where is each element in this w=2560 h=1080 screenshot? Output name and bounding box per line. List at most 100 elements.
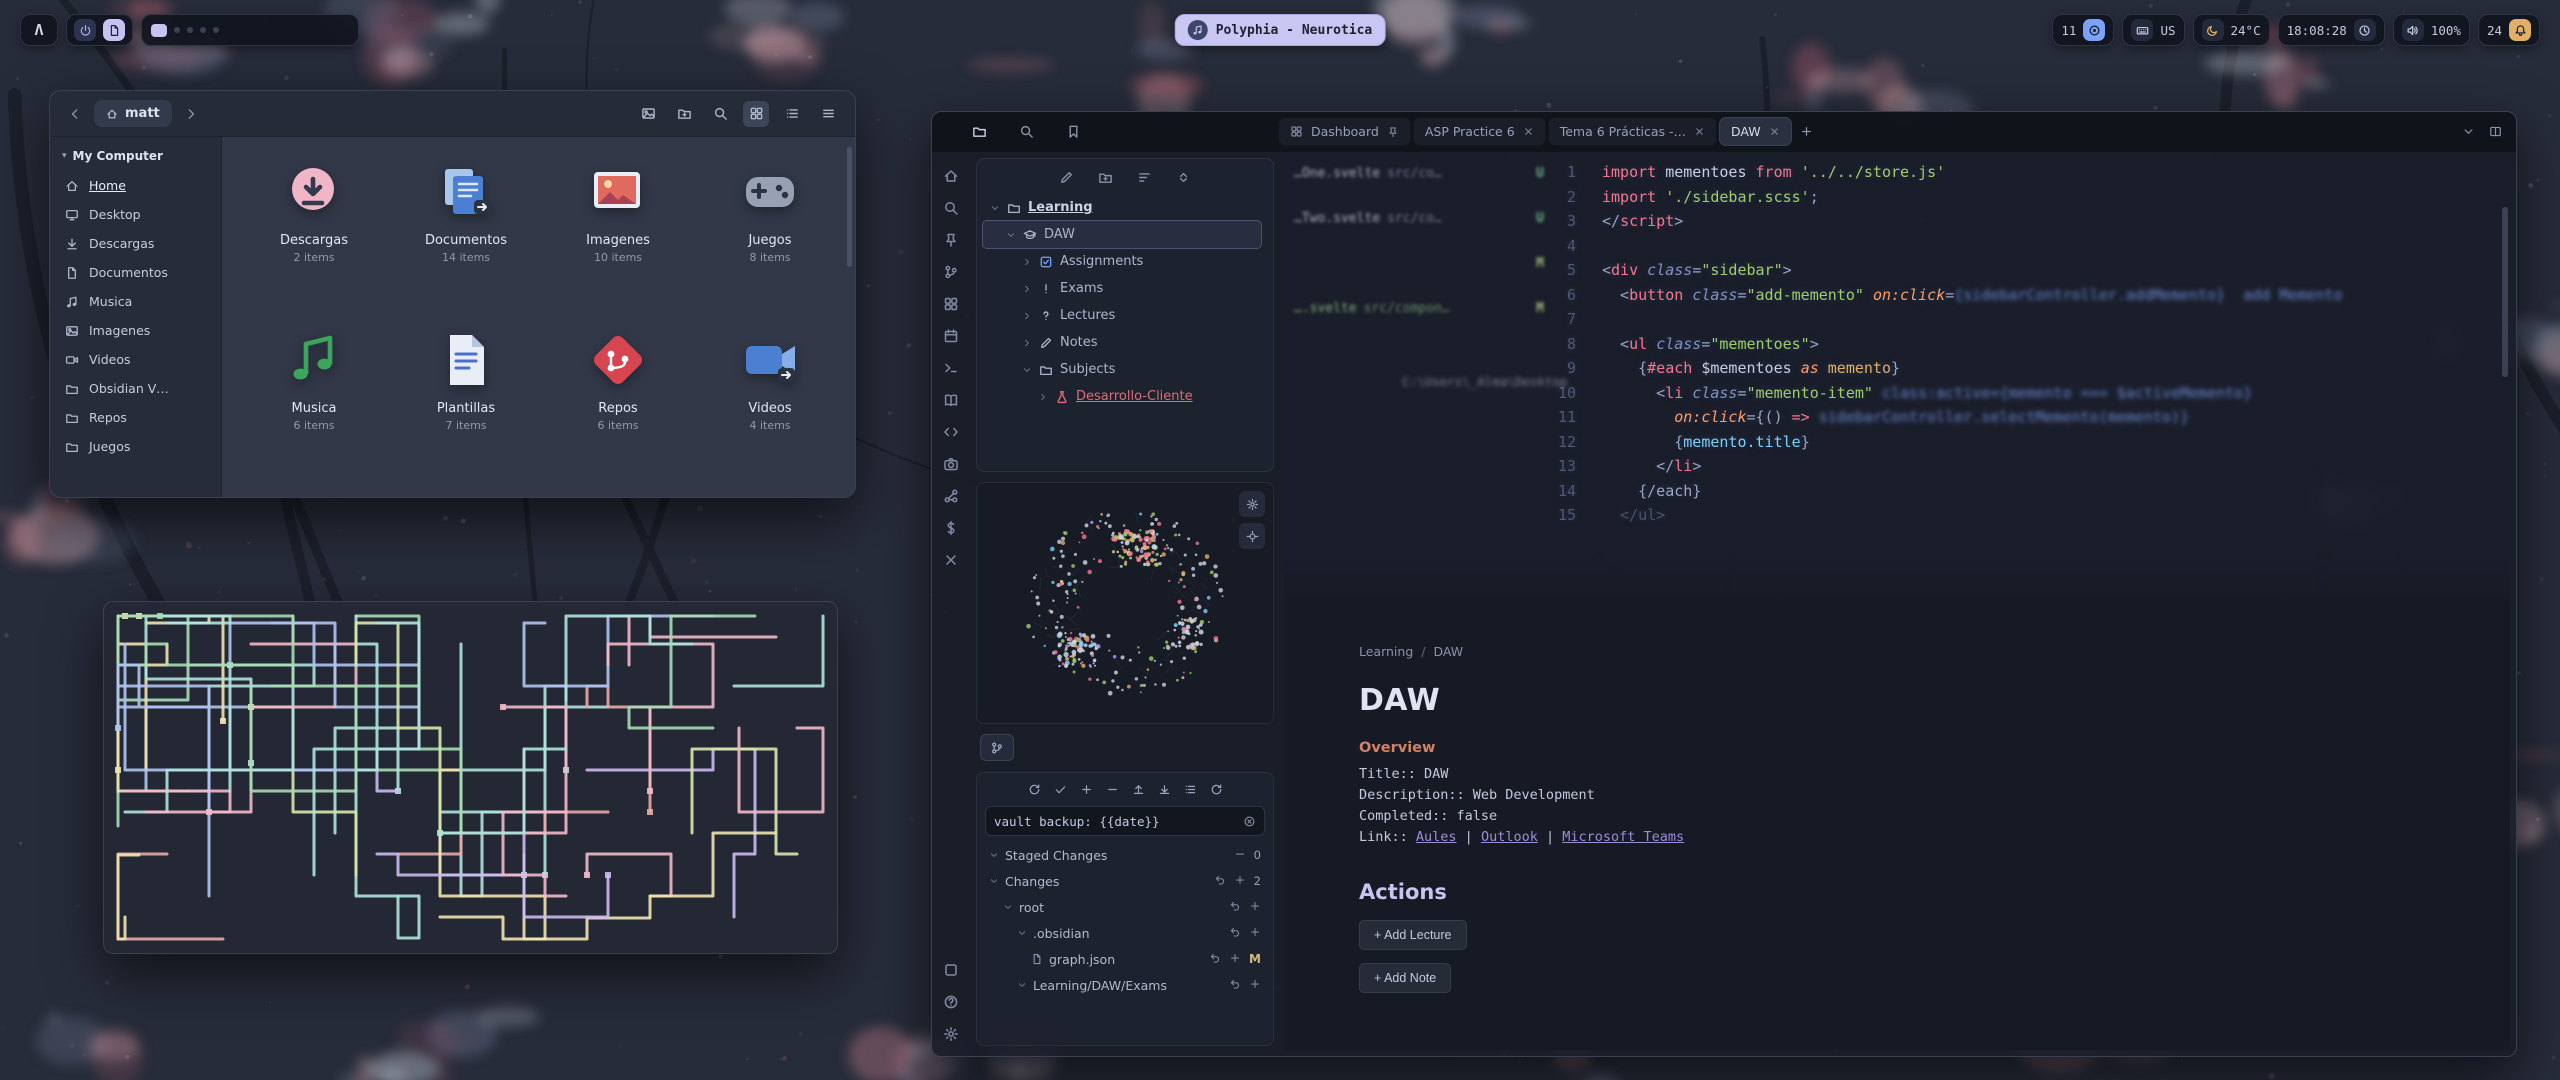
tab-daw[interactable]: DAW	[1719, 117, 1792, 146]
ribbon-terminal-icon[interactable]	[943, 360, 959, 376]
git-row-staged-changes[interactable]: Staged Changes0	[985, 842, 1265, 868]
close-tab-icon[interactable]	[1694, 126, 1705, 137]
ribbon-graph-icon[interactable]	[943, 488, 959, 504]
module-clock[interactable]: 18:08:28	[2278, 14, 2385, 46]
ribbon-pin-icon[interactable]	[943, 232, 959, 248]
git-row--obsidian[interactable]: .obsidian	[985, 920, 1265, 946]
close-tab-icon[interactable]	[1769, 126, 1780, 137]
sidebar-item-documentos[interactable]: Documentos	[50, 258, 221, 287]
chevron-down-icon[interactable]	[1005, 230, 1016, 240]
sidebar-item-descargas[interactable]: Descargas	[50, 229, 221, 258]
chevron-down-icon[interactable]	[989, 203, 1000, 213]
note-link-microsoft-teams[interactable]: Microsoft Teams	[1562, 829, 1684, 845]
plus-icon[interactable]	[1234, 874, 1246, 889]
folder-videos[interactable]: Videos4 items	[694, 321, 846, 489]
ribbon-git-icon[interactable]	[943, 264, 959, 280]
folder-repos[interactable]: Repos6 items	[542, 321, 694, 489]
chevron-right-icon[interactable]	[1021, 257, 1032, 267]
sidebar-item-videos[interactable]: Videos	[50, 345, 221, 374]
graph-gear-button[interactable]	[1239, 491, 1265, 517]
tree-item-learning[interactable]: Learning	[983, 194, 1261, 221]
git-section-icon[interactable]	[980, 734, 1014, 761]
note-link-aules[interactable]: Aules	[1416, 829, 1457, 845]
chevron-down-icon[interactable]	[989, 850, 999, 860]
-add-note-button[interactable]: + Add Note	[1359, 963, 1451, 993]
ribbon-search-icon[interactable]	[943, 200, 959, 216]
graph-view[interactable]	[977, 483, 1273, 723]
ribbon-box-icon[interactable]	[943, 962, 959, 978]
new-tab-button[interactable]	[1794, 119, 1820, 145]
collapse-all-icon[interactable]	[1176, 170, 1191, 185]
sidebar-tab-files[interactable]	[972, 124, 987, 139]
clear-message-icon[interactable]	[1243, 815, 1256, 828]
chevron-down-icon[interactable]	[1017, 928, 1027, 938]
workspace-dot[interactable]	[200, 27, 206, 33]
chevron-down-icon[interactable]	[989, 876, 999, 886]
tree-item-assignments[interactable]: Assignments	[983, 248, 1261, 275]
chevron-right-icon[interactable]	[1021, 284, 1032, 294]
module-volume[interactable]: 100%	[2393, 14, 2470, 46]
breadcrumb-item[interactable]: Learning	[1359, 644, 1413, 659]
ribbon-code-icon[interactable]	[943, 424, 959, 440]
commit-message-input[interactable]: vault backup: {{date}}	[985, 806, 1265, 836]
git-row-learning-daw-exams[interactable]: Learning/DAW/Exams	[985, 972, 1265, 998]
note-link-outlook[interactable]: Outlook	[1481, 829, 1538, 845]
grid-view-icon[interactable]	[743, 101, 769, 127]
folder-imagenes[interactable]: Imagenes10 items	[542, 153, 694, 321]
git-row-changes[interactable]: Changes2	[985, 868, 1265, 894]
git-minus-icon-3[interactable]	[1106, 783, 1119, 796]
undo-icon[interactable]	[1209, 952, 1221, 967]
git-listicons-icon-6[interactable]	[1184, 783, 1197, 796]
close-tab-icon[interactable]	[1523, 126, 1534, 137]
split-pane-icon[interactable]	[2489, 125, 2502, 138]
folder-descargas[interactable]: Descargas2 items	[238, 153, 390, 321]
git-upload-icon-4[interactable]	[1132, 783, 1145, 796]
new-note-icon[interactable]	[1059, 170, 1074, 185]
notes-button[interactable]	[103, 19, 125, 41]
back-button[interactable]	[64, 103, 86, 125]
menu-icon[interactable]	[815, 101, 841, 127]
new-folder-icon[interactable]	[671, 101, 697, 127]
git-plus-icon-2[interactable]	[1080, 783, 1093, 796]
list-view-icon[interactable]	[779, 101, 805, 127]
git-download-icon-5[interactable]	[1158, 783, 1171, 796]
sort-icon[interactable]	[1137, 170, 1152, 185]
tab-list-icon[interactable]	[2462, 125, 2475, 138]
tab-dashboard[interactable]: Dashboard	[1278, 117, 1411, 146]
plus-icon[interactable]	[1229, 952, 1241, 967]
chevron-right-icon[interactable]	[1021, 311, 1032, 321]
ribbon-camera-icon[interactable]	[943, 456, 959, 472]
tab-asp-practice-6[interactable]: ASP Practice 6	[1413, 117, 1546, 146]
ribbon-help-icon[interactable]	[943, 994, 959, 1010]
editor-scrollbar[interactable]	[2502, 207, 2508, 377]
chevron-right-icon[interactable]	[1021, 338, 1032, 348]
ribbon-book-icon[interactable]	[943, 392, 959, 408]
ribbon-grid-icon[interactable]	[943, 296, 959, 312]
workspaces-indicator[interactable]	[141, 14, 359, 46]
module-keyboard-layout[interactable]: US	[2122, 14, 2184, 46]
ribbon-calendar-icon[interactable]	[943, 328, 959, 344]
sidebar-item-juegos[interactable]: Juegos	[50, 432, 221, 461]
forward-button[interactable]	[180, 103, 202, 125]
ribbon-cross-icon[interactable]	[943, 552, 959, 568]
sidebar-tab-bookmarks[interactable]	[1066, 124, 1081, 139]
plus-icon[interactable]	[1249, 926, 1261, 941]
sidebar-item-home[interactable]: Home	[50, 171, 221, 200]
ribbon-gear-icon[interactable]	[943, 1026, 959, 1042]
sidebar-item-repos[interactable]: Repos	[50, 403, 221, 432]
tree-item-subjects[interactable]: Subjects	[983, 356, 1261, 383]
module-notifications[interactable]: 24	[2478, 14, 2540, 46]
power-menu-button[interactable]	[74, 19, 96, 41]
ribbon-home-icon[interactable]	[943, 168, 959, 184]
-add-lecture-button[interactable]: + Add Lecture	[1359, 920, 1467, 950]
note-breadcrumb[interactable]: Learning/DAW	[1359, 644, 2139, 659]
sidebar-item-obsidian-v-[interactable]: Obsidian V…	[50, 374, 221, 403]
sidebar-item-musica[interactable]: Musica	[50, 287, 221, 316]
tree-item-notes[interactable]: Notes	[983, 329, 1261, 356]
undo-icon[interactable]	[1229, 978, 1241, 993]
module-weather[interactable]: 24°C	[2193, 14, 2270, 46]
workspace-dot[interactable]	[213, 27, 219, 33]
folder-documentos[interactable]: Documentos14 items	[390, 153, 542, 321]
graph-crosshair-button[interactable]	[1239, 523, 1265, 549]
git-row-graph-json[interactable]: graph.jsonM	[985, 946, 1265, 972]
